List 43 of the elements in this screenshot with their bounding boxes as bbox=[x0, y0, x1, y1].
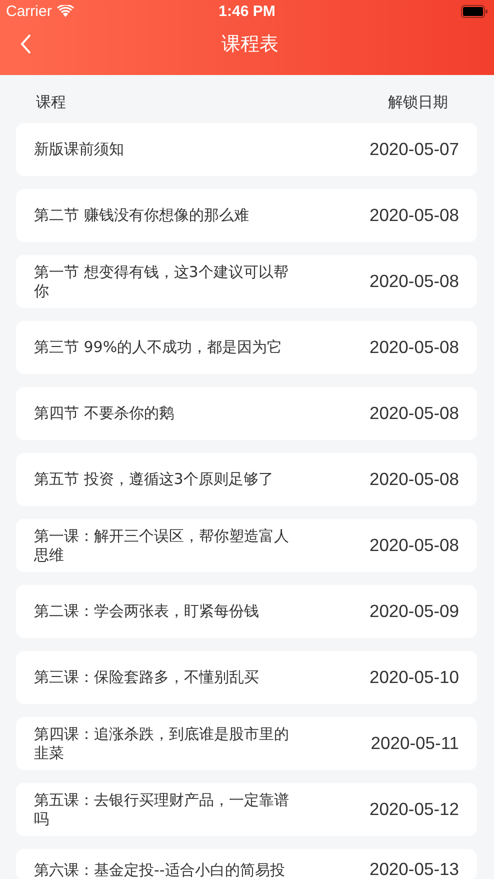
course-card[interactable]: 第四课：追涨杀跌，到底谁是股市里的韭菜 2020-05-11 bbox=[16, 717, 477, 770]
course-title: 第二节 赚钱没有你想像的那么难 bbox=[34, 206, 250, 225]
battery-icon bbox=[460, 4, 488, 18]
course-card[interactable]: 第三节 99%的人不成功，都是因为它 2020-05-08 bbox=[16, 321, 477, 374]
page-title: 课程表 bbox=[222, 32, 278, 56]
column-header: 课程 bbox=[36, 93, 66, 113]
course-card[interactable]: 第五课：去银行买理财产品，一定靠谱吗 2020-05-12 bbox=[16, 783, 477, 836]
course-card[interactable]: 第四节 不要杀你的鹅 2020-05-08 bbox=[16, 387, 477, 440]
unlock-date: 2020-05-08 bbox=[369, 337, 459, 358]
course-card[interactable]: 新版课前须知 2020-05-07 bbox=[16, 123, 477, 176]
course-card[interactable]: 第三课：保险套路多，不懂别乱买 2020-05-10 bbox=[16, 651, 477, 704]
unlock-date: 2020-05-12 bbox=[369, 799, 459, 820]
course-card[interactable]: 第六课：基金定投--适合小白的简易投 2020-05-13 bbox=[16, 849, 477, 879]
unlock-date: 2020-05-08 bbox=[369, 535, 459, 556]
course-title: 新版课前须知 bbox=[34, 140, 125, 159]
unlock-date: 2020-05-08 bbox=[369, 271, 459, 292]
wifi-icon bbox=[56, 5, 74, 17]
course-card[interactable]: 第一课：解开三个误区，帮你塑造富人思维 2020-05-08 bbox=[16, 519, 477, 572]
course-card[interactable]: 第二节 赚钱没有你想像的那么难 2020-05-08 bbox=[16, 189, 477, 242]
unlock-date: 2020-05-08 bbox=[369, 205, 459, 226]
unlock-date: 2020-05-07 bbox=[369, 139, 459, 160]
course-title: 第四课：追涨杀跌，到底谁是股市里的韭菜 bbox=[34, 724, 290, 762]
course-title: 第四节 不要杀你的鹅 bbox=[34, 404, 175, 423]
unlock-date: 2020-05-09 bbox=[369, 601, 459, 622]
unlock-date: 2020-05-11 bbox=[370, 733, 459, 754]
course-title: 第一课：解开三个误区，帮你塑造富人思维 bbox=[34, 526, 290, 564]
course-title: 第六课：基金定投--适合小白的简易投 bbox=[34, 861, 285, 879]
carrier-label: Carrier bbox=[6, 2, 52, 20]
unlock-date: 2020-05-13 bbox=[369, 859, 459, 879]
unlock-date: 2020-05-08 bbox=[369, 403, 459, 424]
course-title: 第五课：去银行买理财产品，一定靠谱吗 bbox=[34, 790, 290, 828]
course-title: 第二课：学会两张表，盯紧每份钱 bbox=[34, 602, 260, 621]
course-title: 第三课：保险套路多，不懂别乱买 bbox=[34, 668, 260, 687]
unlock-date: 2020-05-10 bbox=[369, 667, 459, 688]
course-title: 第三节 99%的人不成功，都是因为它 bbox=[34, 338, 284, 357]
course-title: 第五节 投资，遵循这3个原则足够了 bbox=[34, 470, 274, 489]
course-card[interactable]: 第一节 想变得有钱，这3个建议可以帮你 2020-05-08 bbox=[16, 255, 477, 308]
course-card[interactable]: 第二课：学会两张表，盯紧每份钱 2020-05-09 bbox=[16, 585, 477, 638]
unlock-date: 2020-05-08 bbox=[369, 469, 459, 490]
status-time: 1:46 PM bbox=[218, 2, 276, 20]
column-header: 解锁日期 bbox=[388, 93, 448, 113]
course-card[interactable]: 第五节 投资，遵循这3个原则足够了 2020-05-08 bbox=[16, 453, 477, 506]
course-title: 第一节 想变得有钱，这3个建议可以帮你 bbox=[34, 262, 290, 300]
